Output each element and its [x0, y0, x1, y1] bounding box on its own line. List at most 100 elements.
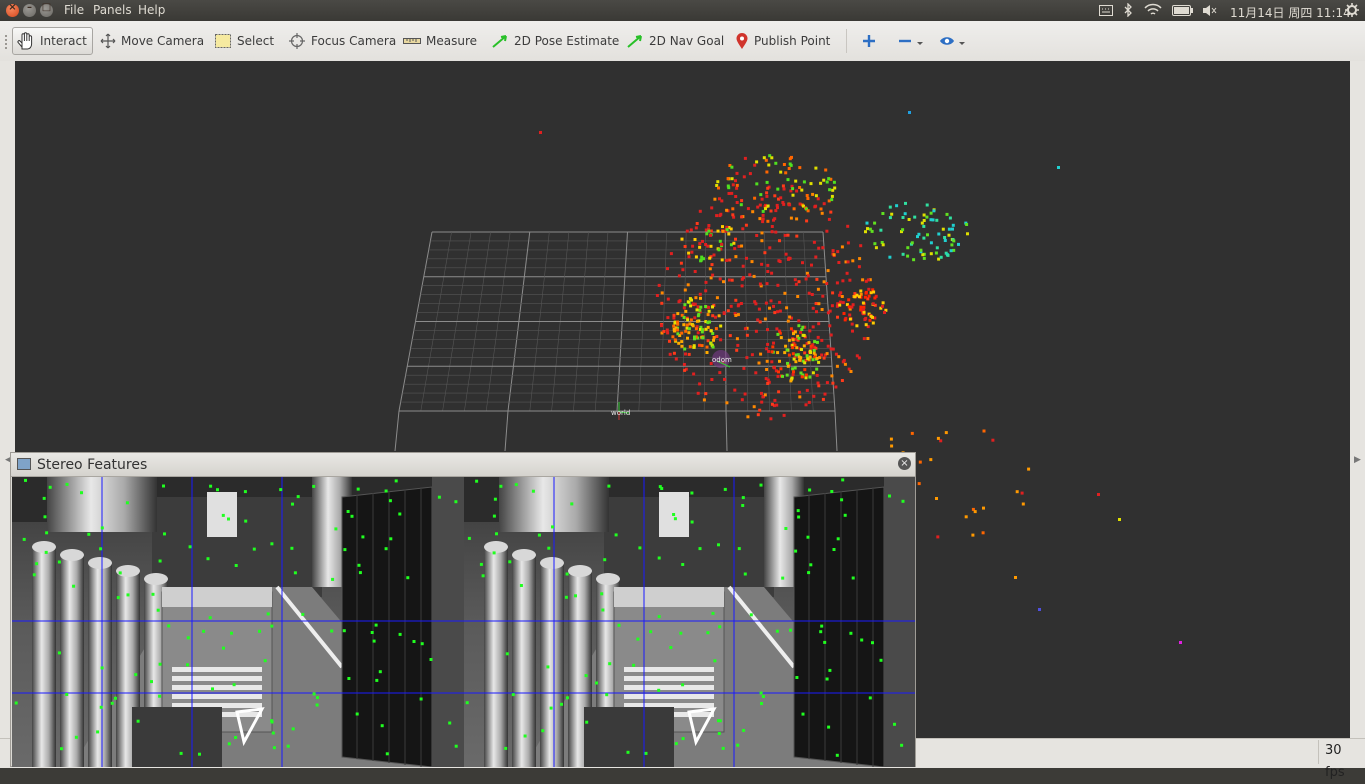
stereo-window-titlebar[interactable]: Stereo Features × — [11, 453, 915, 477]
feature-point — [234, 564, 238, 567]
cloud-point — [691, 324, 695, 328]
cloud-point — [801, 333, 805, 337]
tool-interact[interactable]: Interact — [12, 27, 93, 55]
tool-publish-point[interactable]: Publish Point — [731, 27, 834, 55]
feature-point — [162, 484, 165, 488]
cloud-point — [687, 255, 691, 259]
pipe-top — [596, 573, 620, 585]
cloud-point — [719, 324, 723, 328]
right-panel-collapse-strip[interactable]: ▶ — [1350, 61, 1365, 767]
cloud-point — [669, 252, 673, 256]
cloud-point — [833, 186, 837, 190]
feature-point — [690, 491, 694, 495]
cloud-point — [764, 158, 768, 162]
cloud-point — [707, 229, 711, 233]
cloud-point — [791, 367, 795, 371]
cloud-point — [935, 246, 939, 250]
feature-point — [617, 623, 621, 627]
wifi-icon[interactable] — [1144, 3, 1162, 17]
feature-point — [150, 680, 153, 684]
feature-point — [211, 687, 214, 691]
cloud-point — [904, 201, 907, 205]
stereo-features-window[interactable]: Stereo Features × — [10, 452, 916, 767]
window-close-button[interactable]: × — [6, 2, 19, 17]
battery-icon[interactable] — [1172, 5, 1194, 16]
toolbar-grip[interactable] — [5, 35, 10, 49]
cloud-point — [929, 241, 933, 245]
keyboard-icon[interactable] — [1099, 5, 1113, 16]
cloud-point — [816, 287, 820, 291]
cloud-point — [725, 401, 729, 405]
feature-point — [601, 608, 605, 612]
cloud-point — [814, 194, 818, 198]
left-camera-image — [12, 477, 464, 767]
cloud-point — [913, 215, 917, 219]
focus-camera-icon — [289, 33, 305, 49]
cloud-point — [686, 283, 690, 287]
eye-icon[interactable] — [939, 34, 969, 48]
cloud-point — [918, 460, 922, 464]
tool-move-camera[interactable]: Move Camera — [96, 27, 208, 55]
cloud-point — [770, 402, 774, 406]
feature-point — [879, 658, 883, 662]
cloud-point — [705, 345, 709, 349]
cloud-point — [789, 379, 793, 383]
cloud-point — [949, 249, 953, 253]
feature-point — [291, 502, 294, 506]
bluetooth-icon[interactable] — [1123, 3, 1133, 17]
cloud-point — [829, 347, 833, 351]
tool-measure[interactable]: Measure — [399, 27, 481, 55]
cloud-point — [811, 306, 815, 310]
add-tool-icon[interactable] — [862, 34, 876, 48]
cloud-point — [763, 317, 767, 321]
cloud-point — [795, 234, 799, 238]
cloud-point — [765, 180, 769, 184]
volume-icon[interactable] — [1202, 4, 1218, 17]
feature-point — [266, 612, 270, 616]
cabinet-vent — [172, 667, 262, 672]
cloud-point — [729, 304, 733, 308]
stereo-window-close-button[interactable]: × — [898, 457, 911, 470]
clock[interactable]: 11月14日 周四 11:14 — [1230, 4, 1351, 21]
menu-panels[interactable]: Panels — [93, 3, 132, 17]
tool-2d-pose-estimate[interactable]: 2D Pose Estimate — [487, 27, 623, 55]
feature-point — [508, 560, 512, 564]
cloud-point — [821, 294, 825, 298]
cloud-point — [725, 258, 729, 262]
ruler-icon — [403, 38, 421, 44]
menu-help[interactable]: Help — [138, 3, 165, 17]
window-minimize-button[interactable]: – — [23, 2, 36, 17]
cloud-point — [835, 364, 839, 368]
cloud-point — [776, 283, 780, 287]
cloud-point — [812, 349, 816, 352]
tool-2d-nav-goal[interactable]: 2D Nav Goal — [622, 27, 728, 55]
gear-icon[interactable] — [1345, 3, 1359, 17]
cloud-point — [794, 282, 798, 286]
menu-file[interactable]: File — [64, 3, 84, 17]
cloud-point — [798, 395, 802, 399]
feature-point — [65, 482, 69, 486]
feature-point — [841, 478, 845, 482]
feature-point — [605, 693, 609, 697]
cloud-point — [800, 375, 804, 379]
cloud-point — [791, 373, 795, 377]
cloud-point — [792, 207, 796, 211]
cloud-point — [1097, 493, 1100, 496]
window-maximize-button[interactable]: □ — [40, 2, 53, 17]
feature-point — [638, 546, 642, 550]
cloud-point — [793, 366, 797, 370]
cloud-point — [881, 243, 885, 247]
feature-point — [608, 662, 612, 666]
cloud-point — [798, 186, 802, 189]
tool-focus-camera[interactable]: Focus Camera — [284, 27, 400, 55]
tool-select[interactable]: Select — [210, 27, 278, 55]
expand-right-icon[interactable]: ▶ — [1354, 455, 1361, 465]
feature-point — [549, 706, 553, 710]
cloud-point — [922, 256, 926, 260]
cloud-point — [857, 265, 861, 269]
remove-tool-icon[interactable] — [898, 34, 928, 48]
toolbar-separator — [846, 29, 847, 53]
cloud-point — [881, 301, 885, 305]
stereo-feature-image — [12, 477, 915, 767]
cloud-point — [830, 304, 834, 308]
